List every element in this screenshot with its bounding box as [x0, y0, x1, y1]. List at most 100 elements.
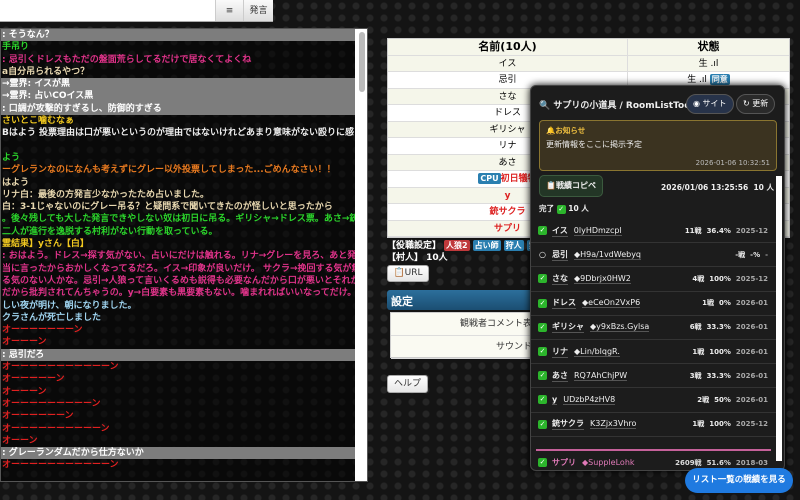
record-trip[interactable]: ◆y9xBzs.Gylsa — [590, 322, 650, 333]
header-state: 状態 — [697, 40, 720, 53]
chat-message: はよう — [2, 177, 30, 188]
check-icon: ✓ — [538, 298, 547, 308]
chat-message: : 忌引だろ — [1, 348, 356, 362]
check-icon: ✓ — [538, 347, 547, 357]
record-name[interactable]: 忌引 — [552, 249, 568, 261]
notice-time: 2026-01-06 10:32:51 — [695, 159, 770, 167]
chat-message: ーグレランなのになんも考えずにグレー以外投票してしまった...ごめんなさい！！ — [2, 165, 336, 176]
say-button[interactable]: 発言 — [243, 0, 273, 21]
chat-message: オーーーーーーーン — [2, 325, 83, 336]
fetch-time: 2026/01/06 13:25:56 — [661, 183, 749, 192]
url-button[interactable]: 📋URL — [387, 265, 429, 282]
popup-title: 🔍 サプリの小道具 / RoomListTool — [539, 101, 694, 111]
check-icon: ✓ — [538, 226, 547, 236]
record-name[interactable]: ドレス — [552, 297, 576, 310]
room-list-tool-popup: 🔍 サプリの小道具 / RoomListTool ◉ サイト ↻ 更新 🔔お知ら… — [530, 85, 785, 471]
search-icon: 🔍 — [539, 101, 551, 111]
record-trip[interactable]: ◆H9a/1vdWebyq — [574, 250, 642, 260]
check-icon: ✓ — [556, 204, 566, 214]
refresh-button[interactable]: ↻ 更新 — [736, 94, 776, 114]
record-name[interactable]: ギリシャ — [552, 321, 584, 334]
bell-icon: 🔔 — [546, 126, 556, 135]
role-tag: 人狼2 — [444, 240, 470, 251]
record-trip[interactable]: 0lyHDmzcpl — [573, 226, 622, 236]
setting-sound[interactable]: サウンド — [391, 336, 536, 359]
popup-scrollbar[interactable] — [776, 176, 782, 461]
pending-icon: ○ — [539, 250, 546, 260]
chat-message: : おはよう。ドレス→探す気がない、占いにだけは触れる。リナ→グレーを見ろ、あと… — [2, 251, 356, 262]
chat-message: 白：3-1じゃないのにグレー吊る？と疑問系で聞いてきたのが怪しいと思ったから — [2, 202, 333, 213]
player-record-row: ✓ さな ◆9Dbrjx0HW2 4戦 100% 2025-12 — [531, 267, 776, 292]
table-row[interactable]: イス 生 .ıl — [388, 55, 789, 72]
help-button[interactable]: ヘルプ — [387, 375, 428, 393]
header-name: 名前(10人) — [388, 39, 628, 55]
chat-message: オーーーン — [2, 386, 47, 397]
record-trip[interactable]: ◆Lin/blqgR. — [574, 347, 620, 357]
clipboard-icon: 📋 — [393, 268, 405, 278]
done-status: 完了 ✓ 10 人 — [539, 204, 589, 214]
check-icon: ✓ — [538, 274, 547, 284]
player-count: 10 人 — [753, 183, 774, 192]
player-record-row: ✓ 銃サクラ K3Zjx3Vhro 1戦 100% 2025-12 — [531, 413, 776, 437]
player-record-list: ✓ イス 0lyHDmzcpl 11戦 36.4% 2025-12 ○ 忌引 ◆H9a/1vdW… — [531, 219, 776, 470]
player-record-row: ✓ ギリシャ ◆y9xBzs.Gylsa 6戦 33.3% 2026-01 — [531, 316, 776, 340]
chat-message: →霊界: 占いCOイス黒 — [1, 90, 356, 103]
say-input[interactable] — [0, 0, 215, 21]
chat-message: オーーーーーン — [2, 374, 65, 385]
scroll-thumb[interactable] — [359, 32, 365, 92]
globe-icon: ◉ — [693, 99, 700, 108]
player-name: イス — [388, 55, 628, 71]
chat-message: オーーーーーーーーーーーン — [2, 460, 119, 471]
villager-count: 【村人】 10人 — [387, 253, 448, 263]
chat-message: →霊界: イスが黒 — [1, 78, 356, 91]
chat-message: 。後々残しても大した発言できやしない奴は初日に吊る。ギリシャ→ドレス票。あさ→銃… — [2, 214, 356, 225]
record-name[interactable]: リナ — [552, 346, 568, 358]
chat-message: Bはよう 投票理由は口が悪いというのが理由ではないけれどあまり意味がない殴りに感… — [2, 128, 356, 139]
check-icon: ✓ — [538, 371, 547, 381]
check-icon: ✓ — [538, 322, 547, 332]
record-name[interactable]: y — [552, 395, 558, 405]
role-tag: 占い師 — [472, 240, 501, 251]
chat-message: オーーーーーーーーーーーン — [2, 362, 119, 373]
settings-header[interactable]: 設定 — [387, 290, 537, 310]
chat-message: よう — [2, 152, 21, 163]
record-name[interactable]: イス — [552, 225, 568, 237]
check-icon: ✓ — [538, 419, 547, 429]
record-trip[interactable]: ◆eCeOn2VxP6 — [582, 298, 641, 309]
menu-button[interactable]: ≡ — [215, 0, 243, 21]
record-trip[interactable]: UDzbP4zHV8 — [563, 395, 616, 405]
chat-message: オーーン — [2, 435, 38, 446]
chat-message: : 忌引くドレスもただの盤面荒らしてるだけで居なくてよくね — [2, 54, 252, 65]
chat-message: さいとこ噛むなぁ — [2, 116, 75, 127]
player-record-row: ✓ あさ RQ7AhChjPW 3戦 33.3% 2026-01 — [531, 364, 776, 389]
role-info: 【役職設定】人狼2占い師狩人霊 【村人】 10人 — [387, 240, 539, 264]
notice-body: 更新情報をここに掲示予定 — [546, 140, 642, 149]
chat-log: : そうなん？ 手吊り: 忌引くドレスもただの盤面荒らしてるだけで居なくてよくね a… — [0, 28, 368, 482]
record-name[interactable]: さな — [552, 273, 568, 285]
record-trip[interactable]: K3Zjx3Vhro — [590, 419, 637, 430]
site-button[interactable]: ◉ サイト — [686, 94, 734, 114]
chat-message: 霊結果】yさん【白】 — [2, 239, 89, 250]
chat-message: : そうなん？ — [1, 29, 356, 42]
player-state: 生 .ıl — [698, 58, 719, 69]
role-label: 【役職設定】 — [387, 241, 442, 251]
setting-comment[interactable]: 観戦者コメント表 — [391, 313, 536, 336]
copy-record-button[interactable]: 📋戦績コピペ — [539, 175, 603, 197]
player-record-row: ✓ y UDzbP4zHV8 2戦 50% 2026-01 — [531, 388, 776, 413]
refresh-icon: ↻ — [743, 99, 750, 108]
chat-message: 当に言ったからおかしくなってるだろ。イス→印象が良いだけ。 サクラ→挽回する気が… — [2, 263, 356, 274]
chat-message: a自分吊られるやつ？ — [2, 66, 90, 77]
chat-scrollbar[interactable] — [355, 29, 367, 481]
view-list-records-button[interactable]: リスト一覧の戦績を見る — [685, 468, 793, 493]
record-trip[interactable]: RQ7AhChjPW — [574, 371, 628, 381]
notice-box: 🔔お知らせ 更新情報をここに掲示予定 2026-01-06 10:32:51 — [539, 120, 777, 171]
record-name[interactable]: 銃サクラ — [552, 418, 584, 431]
check-icon: ✓ — [538, 458, 547, 468]
chat-message: リナ白：最後の方発言少なかったため占いました。 — [2, 189, 210, 200]
chat-message: クラさんが死亡しました — [2, 312, 102, 323]
record-name[interactable]: あさ — [552, 370, 568, 382]
chat-message: 手吊り — [2, 42, 30, 53]
player-record-row: ✓ イス 0lyHDmzcpl 11戦 36.4% 2025-12 — [531, 219, 776, 244]
record-trip[interactable]: ◆9Dbrjx0HW2 — [574, 274, 631, 284]
player-record-row: ✓ ドレス ◆eCeOn2VxP6 1戦 0% 2026-01 — [531, 292, 776, 316]
